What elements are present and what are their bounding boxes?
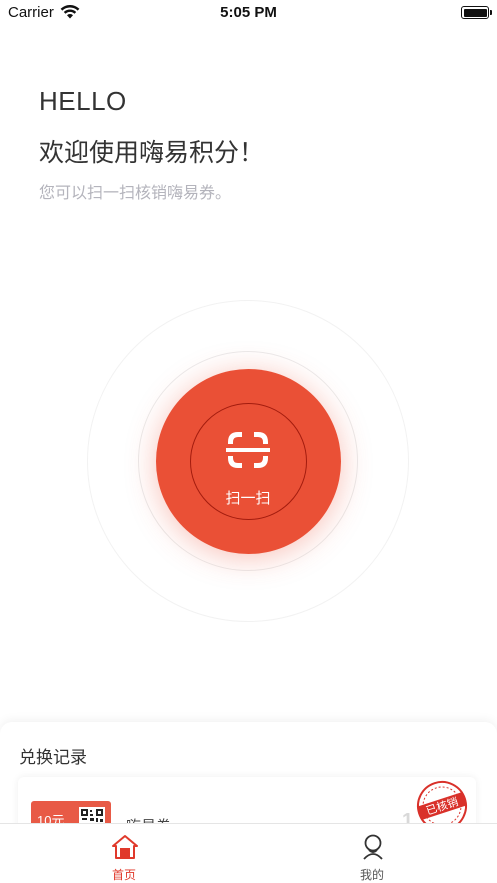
status-bar: Carrier 5:05 PM [0, 0, 497, 28]
tab-me-label: 我的 [359, 868, 384, 882]
scan-icon [226, 432, 270, 468]
home-icon [112, 835, 138, 859]
welcome-subtitle: 您可以扫一扫核销嗨易券。 [39, 183, 232, 202]
welcome-title: 欢迎使用嗨易积分！ [39, 138, 265, 167]
tab-bar: 首页 我的 [0, 823, 497, 883]
stamp-text: 已核销 [424, 794, 460, 818]
exchange-records-title: 兑换记录 [19, 748, 87, 768]
tab-home-label: 首页 [111, 868, 136, 882]
user-icon [363, 834, 383, 860]
battery-icon [461, 6, 492, 19]
status-time: 5:05 PM [220, 4, 277, 21]
scan-button-label[interactable]: 扫一扫 [208, 487, 288, 508]
tab-home[interactable]: 首页 [64, 824, 184, 883]
greeting-title: HELLO [39, 86, 127, 116]
tab-me[interactable]: 我的 [312, 824, 432, 883]
